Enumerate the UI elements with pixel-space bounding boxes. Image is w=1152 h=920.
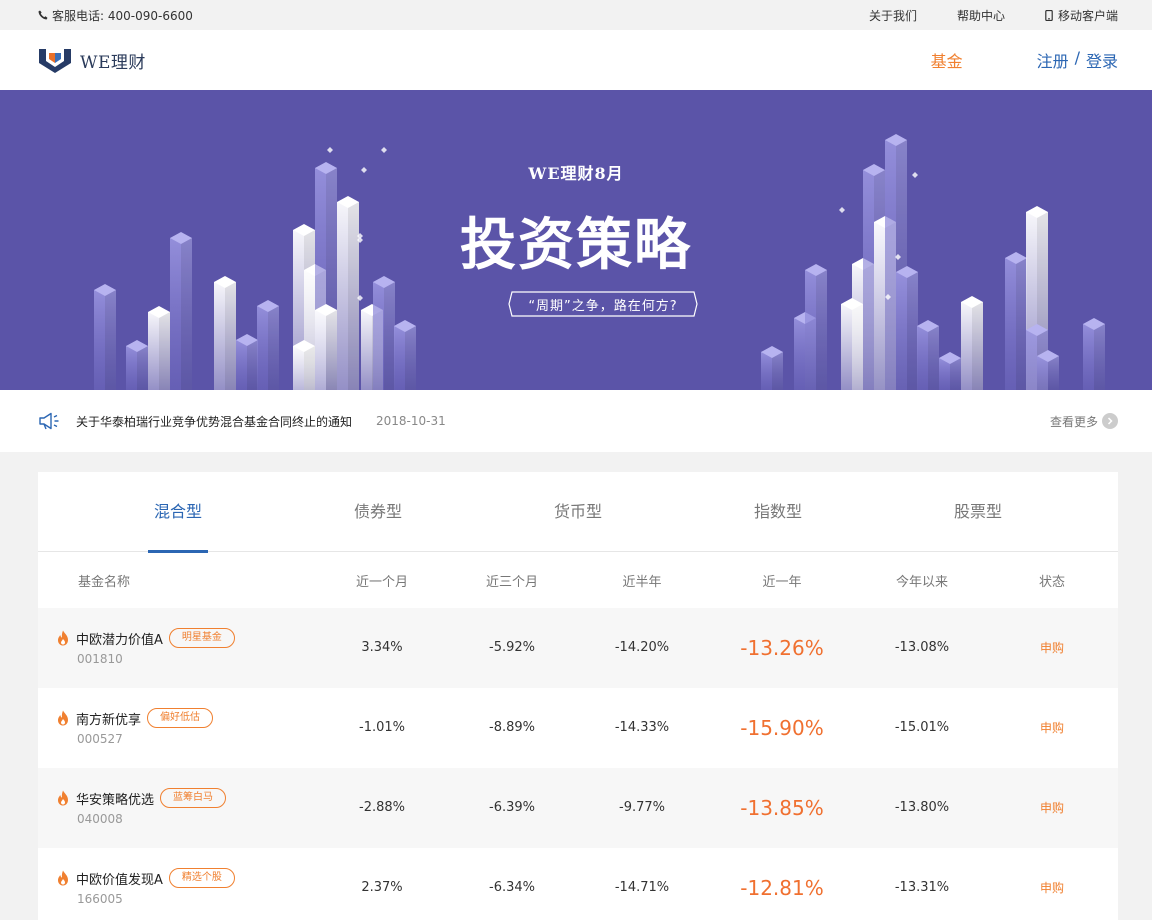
- notice-bar: 关于华泰柏瑞行业竞争优势混合基金合同终止的通知 2018-10-31 查看更多: [0, 390, 1152, 452]
- mobile-client-link[interactable]: 移动客户端: [1045, 7, 1118, 24]
- service-phone: 客服电话: 400-090-6600: [52, 8, 193, 23]
- table-row[interactable]: 华安策略优选 蓝筹白马 040008 -2.88% -6.39% -9.77% …: [38, 768, 1118, 848]
- return-1-year: -13.26%: [740, 636, 824, 660]
- purchase-button[interactable]: 申购: [992, 608, 1112, 688]
- fund-tag: 明星基金: [168, 628, 235, 648]
- flame-icon: [58, 630, 68, 646]
- return-6-months: -9.77%: [619, 800, 665, 815]
- return-ytd: -15.01%: [894, 720, 950, 735]
- banner-title: 投资策略: [460, 213, 692, 278]
- help-center-link[interactable]: 帮助中心: [957, 7, 1005, 24]
- chevron-right-icon: [1102, 413, 1118, 429]
- tab-stock[interactable]: 股票型: [918, 472, 1038, 552]
- table-header: 基金名称 近一个月 近三个月 近半年 近一年 今年以来 状态: [38, 552, 1118, 608]
- fund-name[interactable]: 中欧潜力价值A: [76, 629, 163, 648]
- return-3-months: -5.92%: [489, 640, 535, 655]
- return-6-months: -14.20%: [614, 640, 670, 655]
- banner-slogan-text: “周期”之争，路在何方?: [528, 299, 678, 314]
- top-bar: 客服电话: 400-090-6600 关于我们 帮助中心 移动客户端: [0, 0, 1152, 30]
- fund-name[interactable]: 南方新优享: [76, 709, 141, 728]
- megaphone-icon: [38, 412, 60, 430]
- fund-name-cell: 南方新优享 偏好低估 000527: [56, 708, 214, 746]
- fund-code: 040008: [77, 812, 123, 826]
- col-6-months: 近半年: [622, 574, 662, 590]
- view-more-label: 查看更多: [1049, 414, 1098, 429]
- fund-code: 001810: [77, 652, 123, 666]
- fund-type-tabs: 混合型 债券型 货币型 指数型 股票型: [38, 472, 1118, 553]
- notice-date: 2018-10-31: [376, 414, 446, 428]
- banner-subtitle: WE理财8月: [528, 164, 624, 183]
- return-ytd: -13.80%: [894, 800, 950, 815]
- return-6-months: -14.33%: [614, 720, 670, 735]
- about-us-link[interactable]: 关于我们: [869, 7, 917, 24]
- fund-table-body: 中欧潜力价值A 明星基金 001810 3.34% -5.92% -14.20%…: [38, 608, 1118, 920]
- return-1-month: 3.34%: [361, 640, 403, 655]
- purchase-button[interactable]: 申购: [992, 848, 1112, 920]
- flame-icon: [58, 710, 68, 726]
- col-fund-name: 基金名称: [78, 574, 131, 590]
- return-3-months: -6.39%: [489, 800, 535, 815]
- return-1-year: -15.90%: [740, 716, 824, 740]
- return-3-months: -8.89%: [489, 720, 535, 735]
- return-1-month: -1.01%: [359, 720, 405, 735]
- fund-name[interactable]: 中欧价值发现A: [76, 869, 163, 888]
- fund-tag: 精选个股: [168, 868, 235, 888]
- fund-name-cell: 中欧价值发现A 精选个股 166005: [56, 868, 235, 906]
- auth-separator: /: [1074, 48, 1080, 67]
- tab-index[interactable]: 指数型: [718, 472, 838, 552]
- fund-tag: 蓝筹白马: [160, 788, 227, 808]
- nav-fund[interactable]: 基金: [931, 48, 963, 72]
- return-1-year: -13.85%: [740, 796, 824, 820]
- return-1-month: -2.88%: [359, 800, 405, 815]
- tab-money-market[interactable]: 货币型: [518, 472, 638, 552]
- login-link[interactable]: 登录: [1086, 48, 1118, 72]
- table-row[interactable]: 中欧价值发现A 精选个股 166005 2.37% -6.34% -14.71%…: [38, 848, 1118, 920]
- phone-icon: [38, 10, 48, 20]
- col-3-months: 近三个月: [485, 574, 538, 590]
- fund-panel: 混合型 债券型 货币型 指数型 股票型 基金名称 近一个月 近三个月 近半年 近…: [38, 472, 1118, 920]
- return-3-months: -6.34%: [489, 880, 535, 895]
- notice-link[interactable]: 关于华泰柏瑞行业竞争优势混合基金合同终止的通知: [76, 413, 352, 430]
- return-1-year: -12.81%: [740, 876, 824, 900]
- fund-code: 000527: [77, 732, 123, 746]
- auth-links: 注册 / 登录: [1037, 48, 1118, 72]
- register-link[interactable]: 注册: [1037, 48, 1069, 72]
- fund-name[interactable]: 华安策略优选: [76, 789, 154, 808]
- fund-tag: 偏好低估: [147, 708, 214, 728]
- mobile-client-label: 移动客户端: [1057, 8, 1118, 23]
- purchase-button[interactable]: 申购: [992, 768, 1112, 848]
- logo-text: WE理财: [80, 52, 146, 73]
- help-center-label: 帮助中心: [956, 8, 1005, 23]
- tab-bond[interactable]: 债券型: [318, 472, 438, 552]
- view-more-link[interactable]: 查看更多: [1050, 413, 1118, 430]
- fund-name-cell: 华安策略优选 蓝筹白马 040008: [56, 788, 227, 826]
- purchase-button[interactable]: 申购: [992, 688, 1112, 768]
- col-1-year: 近一年: [762, 574, 802, 590]
- flame-icon: [58, 870, 68, 886]
- promo-banner[interactable]: WE理财8月 投资策略 “周期”之争，路在何方?: [0, 90, 1152, 390]
- col-status: 状态: [1038, 574, 1065, 590]
- customer-service: 客服电话: 400-090-6600: [38, 7, 193, 24]
- col-1-month: 近一个月: [355, 574, 408, 590]
- mobile-phone-icon: [1045, 9, 1053, 21]
- return-ytd: -13.08%: [894, 640, 950, 655]
- col-ytd: 今年以来: [895, 574, 948, 590]
- banner-slogan: “周期”之争，路在何方?: [508, 291, 698, 317]
- return-ytd: -13.31%: [894, 880, 950, 895]
- site-header: WE理财 基金 注册 / 登录: [0, 30, 1152, 90]
- flame-icon: [58, 790, 68, 806]
- tab-hybrid[interactable]: 混合型: [118, 472, 238, 553]
- logo-shield-icon: [39, 49, 71, 73]
- fund-name-cell: 中欧潜力价值A 明星基金 001810: [56, 628, 235, 666]
- return-1-month: 2.37%: [361, 880, 403, 895]
- about-us-label: 关于我们: [868, 8, 917, 23]
- fund-code: 166005: [77, 892, 123, 906]
- table-row[interactable]: 中欧潜力价值A 明星基金 001810 3.34% -5.92% -14.20%…: [38, 608, 1118, 688]
- logo[interactable]: WE理财: [38, 47, 146, 73]
- table-row[interactable]: 南方新优享 偏好低估 000527 -1.01% -8.89% -14.33% …: [38, 688, 1118, 768]
- return-6-months: -14.71%: [614, 880, 670, 895]
